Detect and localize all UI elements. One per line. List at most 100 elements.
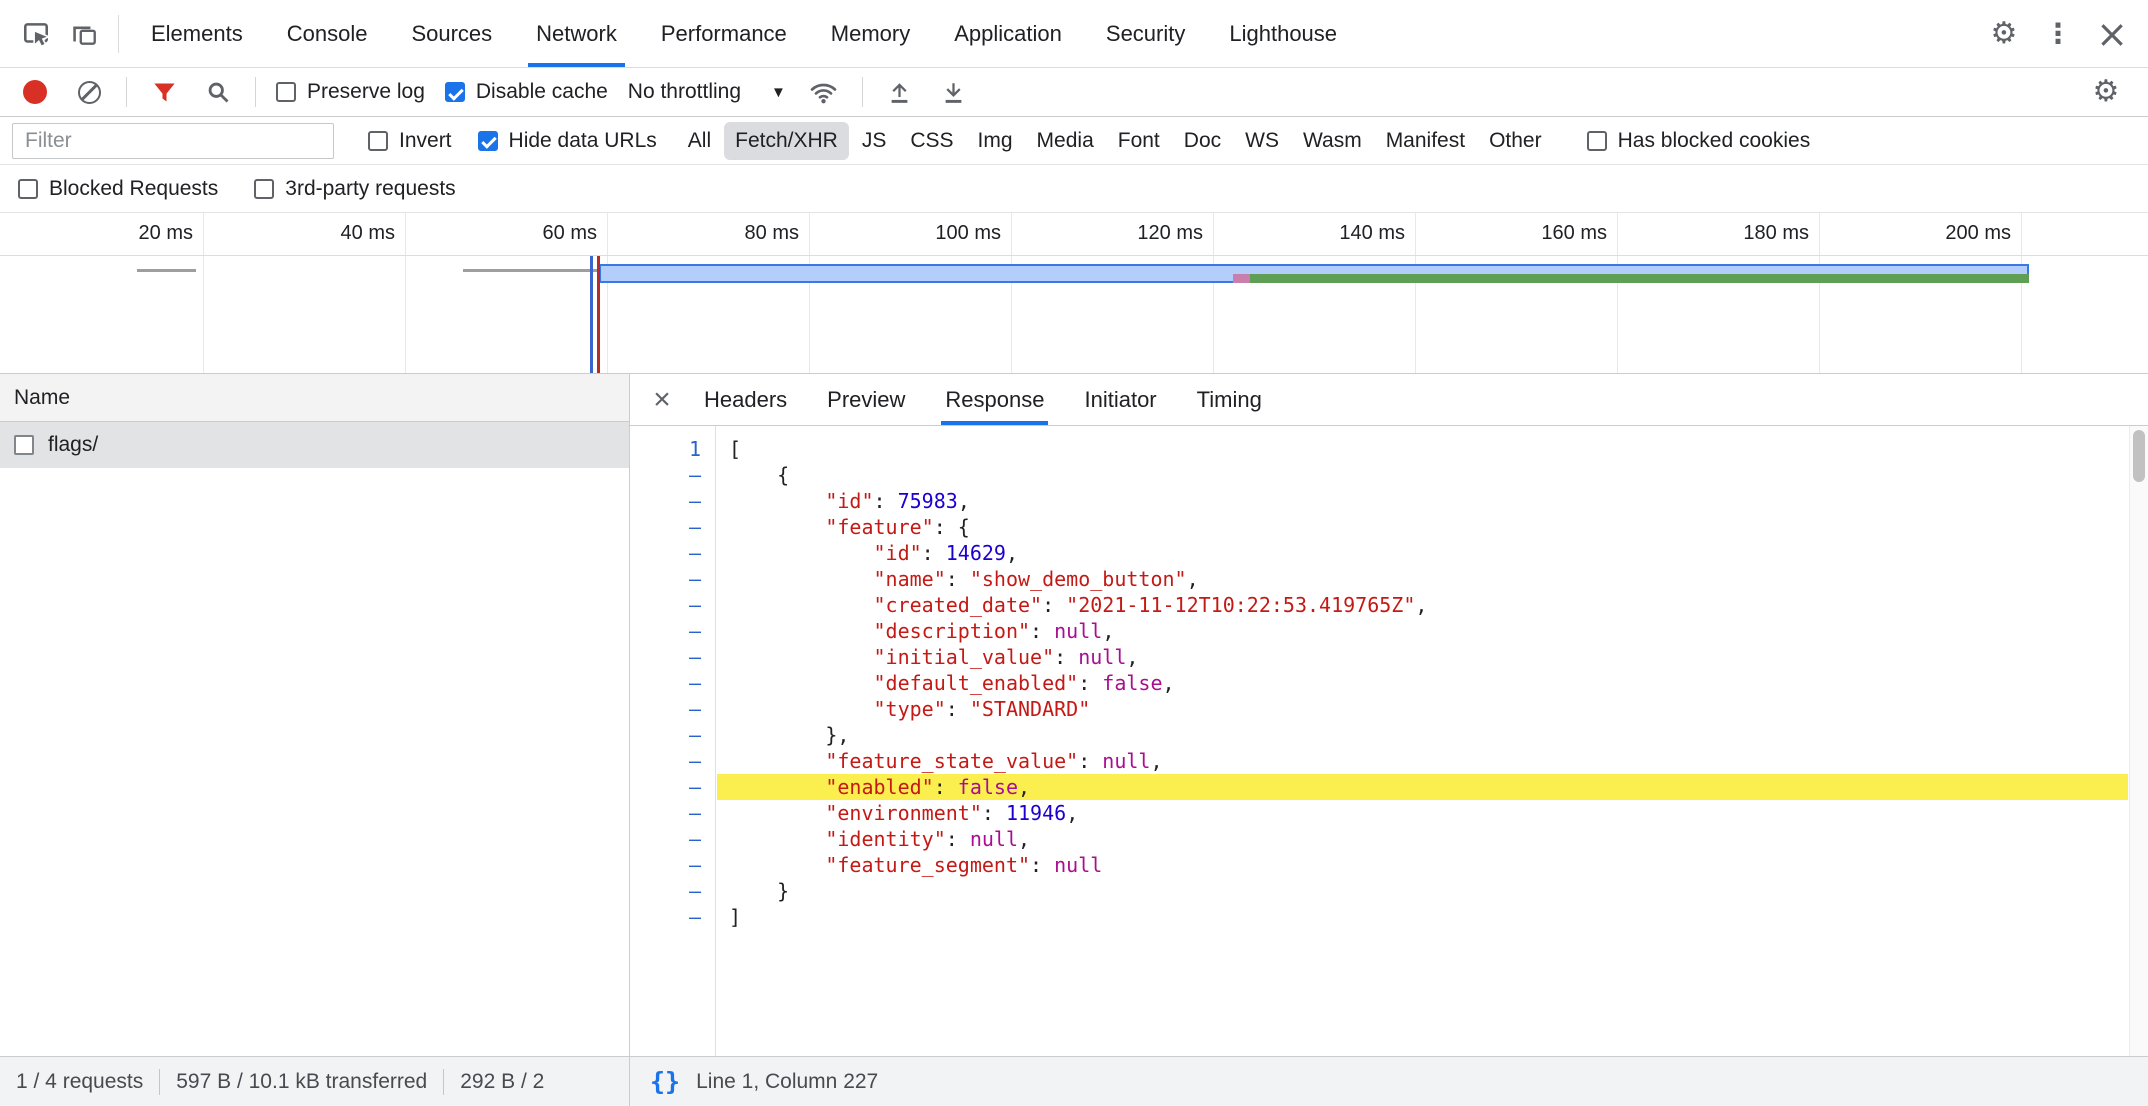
hide-data-urls-checkbox[interactable] [478,131,498,151]
name-header-label: Name [14,386,70,410]
preserve-log-checkbox[interactable] [276,82,296,102]
filter-input[interactable] [12,123,334,159]
network-settings-button[interactable]: ⚙ [2082,68,2130,116]
preserve-log-toggle[interactable]: Preserve log [276,80,425,104]
toolbar-separator [126,77,127,107]
request-name: flags/ [48,433,98,457]
code-line: "type": "STANDARD" [717,696,2128,722]
code-line: "id": 14629, [717,540,2128,566]
type-filter-all[interactable]: All [677,122,722,160]
close-details-button[interactable]: × [640,383,684,417]
blocked-requests-checkbox[interactable] [18,179,38,199]
tab-memory[interactable]: Memory [809,0,932,67]
code-line: "identity": null, [717,826,2128,852]
fold-marker: – [630,722,715,748]
has-blocked-cookies-checkbox[interactable] [1587,131,1607,151]
tab-sources[interactable]: Sources [389,0,514,67]
request-summary: 1 / 4 requests 597 B / 10.1 kB transferr… [0,1057,630,1106]
type-filter-manifest[interactable]: Manifest [1375,122,1476,160]
code-line: "created_date": "2021-11-12T10:22:53.419… [717,592,2128,618]
toggle-device-toolbar-button[interactable] [60,10,108,58]
tab-performance[interactable]: Performance [639,0,809,67]
clear-network-log-button[interactable] [72,68,106,116]
disable-cache-toggle[interactable]: Disable cache [445,80,608,104]
request-table-panel: Name flags/ [0,374,630,1056]
type-filter-media[interactable]: Media [1026,122,1105,160]
more-options-button[interactable]: ⋮ [2034,10,2082,58]
request-row[interactable]: flags/ [0,422,629,468]
tab-elements[interactable]: Elements [129,0,265,67]
type-filter-font[interactable]: Font [1107,122,1171,160]
timeline-tick-label: 60 ms [437,222,597,245]
request-details-panel: × HeadersPreviewResponseInitiatorTiming … [630,374,2148,1056]
type-filter-wasm[interactable]: Wasm [1292,122,1373,160]
type-filter-other[interactable]: Other [1478,122,1553,160]
gear-icon: ⚙ [1991,19,2018,49]
code-line: "environment": 11946, [717,800,2128,826]
disable-cache-checkbox[interactable] [445,82,465,102]
filter-toggle-button[interactable] [147,68,181,116]
tab-console[interactable]: Console [265,0,390,67]
timeline-bar-pink [1233,274,1250,283]
hide-data-urls-label: Hide data URLs [509,129,657,153]
name-column-header[interactable]: Name [0,374,629,422]
search-button[interactable] [201,68,235,116]
type-filter-css[interactable]: CSS [899,122,964,160]
inspect-element-button[interactable] [12,10,60,58]
request-list: flags/ [0,422,629,468]
import-har-button[interactable] [883,68,917,116]
third-party-requests-toggle[interactable]: 3rd-party requests [254,177,455,201]
type-filter-doc[interactable]: Doc [1173,122,1232,160]
pretty-print-icon[interactable]: {} [650,1067,680,1096]
type-filter-img[interactable]: Img [967,122,1024,160]
type-filter-ws[interactable]: WS [1234,122,1290,160]
third-party-checkbox[interactable] [254,179,274,199]
tab-application[interactable]: Application [932,0,1084,67]
throttling-dropdown[interactable]: No throttling ▼ [628,80,786,104]
editor-scrollbar[interactable] [2129,426,2148,1056]
detail-tab-preview[interactable]: Preview [821,374,911,425]
hide-data-urls-toggle[interactable]: Hide data URLs [478,129,657,153]
settings-button[interactable]: ⚙ [1980,10,2028,58]
fold-marker: – [630,644,715,670]
type-filter-js[interactable]: JS [851,122,898,160]
upload-icon [886,79,913,106]
close-devtools-button[interactable]: × [2088,10,2136,58]
timeline-tick-label: 160 ms [1447,222,1607,245]
wifi-icon [809,78,838,107]
detail-tab-timing[interactable]: Timing [1191,374,1268,425]
has-blocked-cookies-toggle[interactable]: Has blocked cookies [1587,129,1811,153]
request-checkbox[interactable] [14,435,34,455]
detail-tab-initiator[interactable]: Initiator [1078,374,1162,425]
export-har-button[interactable] [937,68,971,116]
tab-security[interactable]: Security [1084,0,1207,67]
invert-checkbox[interactable] [368,131,388,151]
has-blocked-cookies-label: Has blocked cookies [1618,129,1811,153]
code-line: ] [717,904,2128,930]
timeline-overview[interactable]: 20 ms40 ms60 ms80 ms100 ms120 ms140 ms16… [0,213,2148,374]
type-filter-fetch-xhr[interactable]: Fetch/XHR [724,122,849,160]
detail-tab-response[interactable]: Response [939,374,1050,425]
throttling-value: No throttling [628,80,741,104]
record-network-log-button[interactable] [18,68,52,116]
timeline-bar-green [1250,274,2029,283]
record-icon [23,80,47,104]
timeline-tick-label: 180 ms [1649,222,1809,245]
scrollbar-thumb[interactable] [2133,430,2145,482]
devtools-window: ElementsConsoleSourcesNetworkPerformance… [0,0,2148,1106]
invert-filter-toggle[interactable]: Invert [368,129,452,153]
timeline-tick-label: 20 ms [33,222,193,245]
invert-label: Invert [399,129,452,153]
tab-lighthouse[interactable]: Lighthouse [1207,0,1359,67]
fold-marker: – [630,618,715,644]
blocked-requests-toggle[interactable]: Blocked Requests [18,177,218,201]
response-editor[interactable]: 1–––––––––––––––––– [ { "id": 75983, "fe… [630,426,2148,1056]
transferred-size: 597 B / 10.1 kB transferred [160,1070,443,1094]
blocked-requests-label: Blocked Requests [49,177,218,201]
tab-network[interactable]: Network [514,0,639,67]
network-conditions-button[interactable] [806,68,842,116]
tab-bar-separator [118,15,119,53]
detail-tab-headers[interactable]: Headers [698,374,793,425]
gear-icon: ⚙ [2093,77,2120,107]
domcontentloaded-event-line [590,256,593,374]
